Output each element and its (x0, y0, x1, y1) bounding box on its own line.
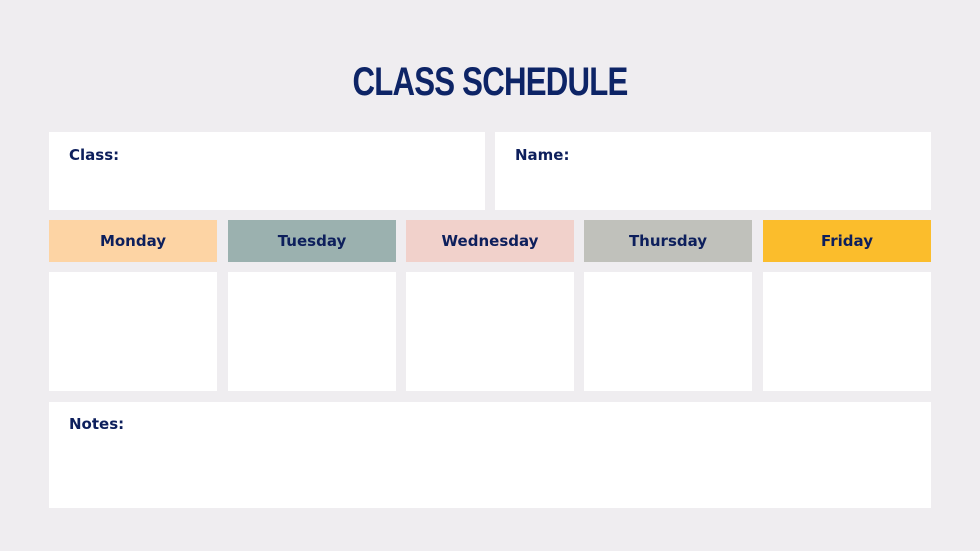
day-header-friday: Friday (763, 220, 931, 262)
day-label: Tuesday (277, 232, 347, 250)
day-label: Thursday (628, 232, 708, 250)
name-label: Name: (515, 146, 570, 164)
day-cell-tuesday[interactable] (228, 272, 396, 391)
class-field[interactable]: Class: (49, 132, 485, 210)
day-header-thursday: Thursday (584, 220, 752, 262)
day-header-monday: Monday (49, 220, 217, 262)
day-cell-friday[interactable] (763, 272, 931, 391)
notes-label: Notes: (69, 415, 125, 433)
day-label: Friday (820, 232, 873, 250)
day-cell-thursday[interactable] (584, 272, 752, 391)
day-cell-monday[interactable] (49, 272, 217, 391)
day-header-wednesday: Wednesday (406, 220, 574, 262)
day-header-tuesday: Tuesday (228, 220, 396, 262)
name-field[interactable]: Name: (495, 132, 931, 210)
class-label: Class: (69, 146, 120, 164)
day-cell-wednesday[interactable] (406, 272, 574, 391)
day-label: Wednesday (441, 232, 539, 250)
page-title: CLASS SCHEDULE (352, 60, 628, 104)
day-label: Monday (99, 232, 167, 250)
notes-field[interactable]: Notes: (49, 402, 931, 508)
